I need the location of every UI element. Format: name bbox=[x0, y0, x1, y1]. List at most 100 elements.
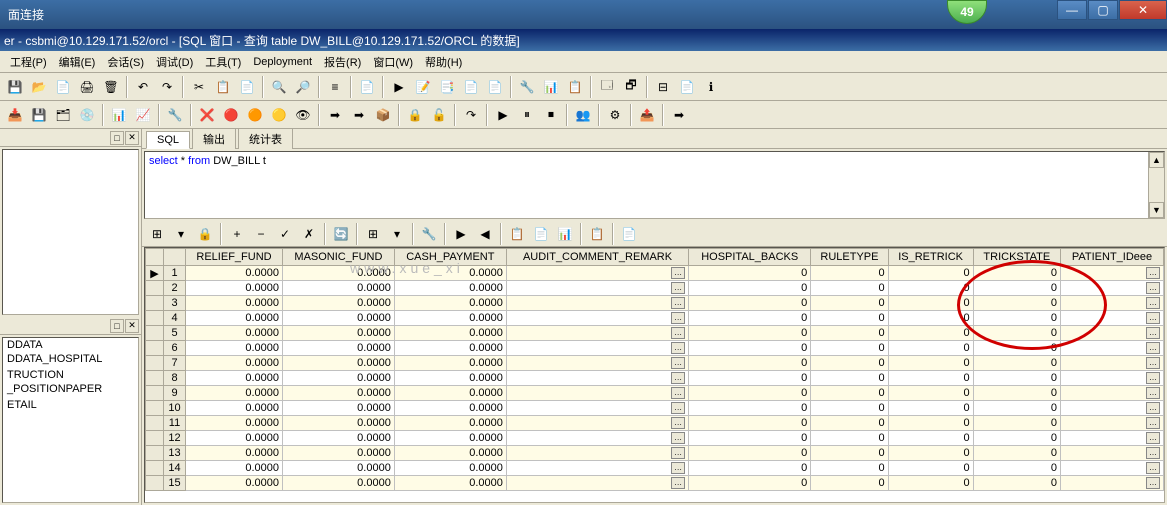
cell[interactable]: 0 bbox=[888, 281, 973, 296]
cell[interactable]: 0.0000 bbox=[394, 266, 506, 281]
cell[interactable]: … bbox=[1061, 326, 1164, 341]
cell[interactable]: … bbox=[506, 296, 688, 311]
cell[interactable]: 0 bbox=[888, 371, 973, 386]
menu-item-7[interactable]: 窗口(W) bbox=[367, 52, 419, 72]
tb1-btn-31[interactable]: 🗗 bbox=[620, 76, 642, 98]
cell[interactable]: … bbox=[506, 386, 688, 401]
cell[interactable]: 0.0000 bbox=[186, 386, 283, 401]
cell[interactable]: 0.0000 bbox=[283, 386, 395, 401]
cell[interactable]: 0.0000 bbox=[394, 326, 506, 341]
cell[interactable]: 0 bbox=[811, 341, 888, 356]
cell[interactable]: 0 bbox=[689, 476, 811, 491]
cell-expand-icon[interactable]: … bbox=[1146, 342, 1160, 354]
cell[interactable]: 0.0000 bbox=[394, 446, 506, 461]
tb1-btn-11[interactable]: 📄 bbox=[236, 76, 258, 98]
row-number[interactable]: 1 bbox=[164, 266, 186, 281]
row-marker[interactable] bbox=[146, 326, 164, 341]
tb2-btn-1[interactable]: 💾 bbox=[28, 104, 50, 126]
cell[interactable]: 0 bbox=[811, 266, 888, 281]
cell-expand-icon[interactable]: … bbox=[1146, 327, 1160, 339]
cell[interactable]: 0.0000 bbox=[394, 431, 506, 446]
row-number[interactable]: 4 bbox=[164, 311, 186, 326]
tb1-btn-18[interactable]: 📄 bbox=[356, 76, 378, 98]
close-button[interactable]: ✕ bbox=[1119, 0, 1167, 20]
panel-pin-icon[interactable]: □ bbox=[110, 319, 124, 333]
cell[interactable]: 0.0000 bbox=[186, 431, 283, 446]
tb1-btn-20[interactable]: ▶ bbox=[388, 76, 410, 98]
cell-expand-icon[interactable]: … bbox=[1146, 462, 1160, 474]
cell[interactable]: 0 bbox=[811, 386, 888, 401]
col-header-ruletype[interactable]: RULETYPE bbox=[811, 249, 888, 266]
cell[interactable]: … bbox=[1061, 446, 1164, 461]
tb2-btn-10[interactable]: ❌ bbox=[196, 104, 218, 126]
row-number[interactable]: 15 bbox=[164, 476, 186, 491]
menu-item-2[interactable]: 会话(S) bbox=[101, 52, 150, 72]
row-marker[interactable] bbox=[146, 371, 164, 386]
cell[interactable]: 0.0000 bbox=[283, 296, 395, 311]
table-row[interactable]: 110.00000.00000.0000…0000… bbox=[146, 416, 1164, 431]
row-number[interactable]: 8 bbox=[164, 371, 186, 386]
cell[interactable]: … bbox=[1061, 356, 1164, 371]
cell[interactable]: … bbox=[1061, 386, 1164, 401]
cell[interactable]: 0.0000 bbox=[186, 311, 283, 326]
table-row[interactable]: 30.00000.00000.0000…0000… bbox=[146, 296, 1164, 311]
cell[interactable]: … bbox=[506, 281, 688, 296]
cell[interactable]: 0 bbox=[811, 461, 888, 476]
tb1-btn-14[interactable]: 🔎 bbox=[292, 76, 314, 98]
tb1-btn-7[interactable]: ↷ bbox=[156, 76, 178, 98]
menu-item-0[interactable]: 工程(P) bbox=[4, 52, 53, 72]
table-row[interactable]: 50.00000.00000.0000…0000… bbox=[146, 326, 1164, 341]
grid-tb-btn-25[interactable]: 📄 bbox=[618, 223, 640, 245]
tb1-btn-28[interactable]: 📋 bbox=[564, 76, 586, 98]
tb1-btn-33[interactable]: ⊟ bbox=[652, 76, 674, 98]
tb1-btn-3[interactable]: 🖨 bbox=[76, 76, 98, 98]
cell[interactable]: … bbox=[506, 311, 688, 326]
cell[interactable]: 0 bbox=[973, 401, 1060, 416]
cell[interactable]: 0 bbox=[973, 416, 1060, 431]
cell[interactable]: 0.0000 bbox=[186, 266, 283, 281]
cell[interactable]: 0.0000 bbox=[283, 476, 395, 491]
table-row[interactable]: 40.00000.00000.0000…0000… bbox=[146, 311, 1164, 326]
col-header-hospital_backs[interactable]: HOSPITAL_BACKS bbox=[689, 249, 811, 266]
cell[interactable]: 0 bbox=[888, 386, 973, 401]
tb1-btn-35[interactable]: ℹ bbox=[700, 76, 722, 98]
cell[interactable]: 0.0000 bbox=[283, 341, 395, 356]
tb1-btn-27[interactable]: 📊 bbox=[540, 76, 562, 98]
cell-expand-icon[interactable]: … bbox=[1146, 432, 1160, 444]
cell-expand-icon[interactable]: … bbox=[671, 327, 685, 339]
row-marker[interactable] bbox=[146, 356, 164, 371]
row-marker[interactable] bbox=[146, 461, 164, 476]
cell[interactable]: 0 bbox=[973, 341, 1060, 356]
cell[interactable]: 0.0000 bbox=[283, 326, 395, 341]
cell[interactable]: 0 bbox=[973, 476, 1060, 491]
table-row[interactable]: 100.00000.00000.0000…0000… bbox=[146, 401, 1164, 416]
cell[interactable]: 0 bbox=[689, 281, 811, 296]
cell[interactable]: 0.0000 bbox=[186, 341, 283, 356]
cell[interactable]: 0 bbox=[689, 296, 811, 311]
cell[interactable]: … bbox=[1061, 431, 1164, 446]
cell[interactable]: 0 bbox=[888, 341, 973, 356]
cell[interactable]: 0 bbox=[888, 311, 973, 326]
cell[interactable]: … bbox=[506, 326, 688, 341]
row-number[interactable]: 11 bbox=[164, 416, 186, 431]
cell[interactable]: 0 bbox=[689, 371, 811, 386]
tb2-btn-14[interactable]: 👁 bbox=[292, 104, 314, 126]
row-marker[interactable] bbox=[146, 311, 164, 326]
cell[interactable]: 0.0000 bbox=[186, 476, 283, 491]
cell-expand-icon[interactable]: … bbox=[671, 462, 685, 474]
cell[interactable]: … bbox=[1061, 266, 1164, 281]
tb2-btn-12[interactable]: 🟠 bbox=[244, 104, 266, 126]
row-number[interactable]: 14 bbox=[164, 461, 186, 476]
tb1-btn-4[interactable]: 🗑 bbox=[100, 76, 122, 98]
cell[interactable]: 0.0000 bbox=[394, 296, 506, 311]
menu-item-8[interactable]: 帮助(H) bbox=[419, 52, 468, 72]
cell[interactable]: 0 bbox=[888, 476, 973, 491]
cell-expand-icon[interactable]: … bbox=[1146, 282, 1160, 294]
tb2-btn-17[interactable]: ➡ bbox=[348, 104, 370, 126]
cell[interactable]: 0 bbox=[973, 461, 1060, 476]
cell[interactable]: … bbox=[1061, 371, 1164, 386]
menu-item-6[interactable]: 报告(R) bbox=[318, 52, 367, 72]
tb1-btn-34[interactable]: 📄 bbox=[676, 76, 698, 98]
cell[interactable]: … bbox=[1061, 461, 1164, 476]
cell[interactable]: 0 bbox=[973, 266, 1060, 281]
